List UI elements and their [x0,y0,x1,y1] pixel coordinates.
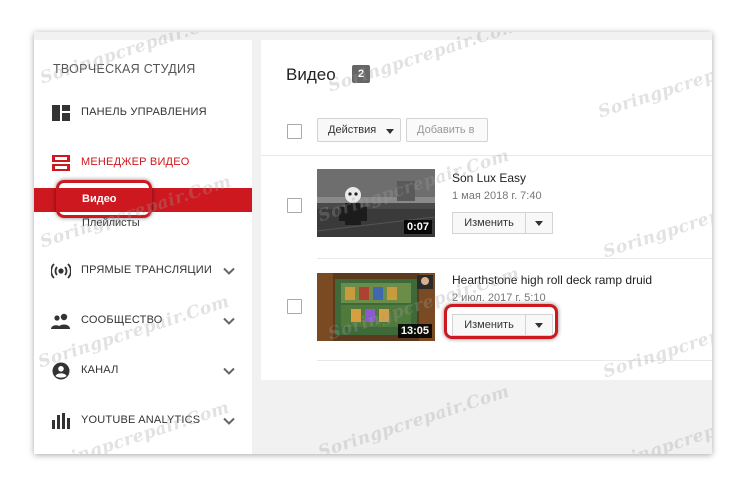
edit-dropdown-button[interactable] [525,212,553,234]
video-thumbnail[interactable]: 13:05 [317,273,435,341]
sidebar-subitem-playlists[interactable]: Плейлисты [82,217,140,229]
divider [317,258,712,259]
sidebar-item-label: КАНАЛ [81,364,119,376]
page-title: Видео [286,65,336,84]
dashboard-icon [52,105,70,121]
sidebar-item-label: СООБЩЕСТВО [81,314,163,326]
video-date: 2 июл. 2017 г. 5:10 [452,292,546,304]
video-title[interactable]: Son Lux Easy [452,171,526,185]
row-checkbox[interactable] [287,198,302,213]
actions-dropdown-button[interactable]: Действия [317,118,401,142]
sidebar-item-live[interactable]: ПРЯМЫЕ ТРАНСЛЯЦИИ [34,256,252,286]
chevron-down-icon[interactable] [222,364,236,378]
caret-down-icon [386,129,394,134]
actions-label: Действия [328,124,377,136]
chevron-down-icon[interactable] [222,314,236,328]
video-title[interactable]: Hearthstone high roll deck ramp druid [452,273,652,287]
chevron-down-icon[interactable] [222,264,236,278]
sidebar-item-video-manager[interactable]: МЕНЕДЖЕР ВИДЕО [34,148,252,178]
video-thumbnail[interactable]: 0:07 [317,169,435,237]
community-icon [51,313,70,329]
sidebar-item-label: ПРЯМЫЕ ТРАНСЛЯЦИИ [81,264,212,276]
highlight-callout [56,180,152,218]
add-to-button[interactable]: Добавить в [406,118,488,142]
edit-button-group: Изменить [452,212,553,234]
sidebar-item-channel[interactable]: КАНАЛ [34,356,252,386]
analytics-icon [52,413,70,429]
divider [261,155,712,156]
sidebar-item-analytics[interactable]: YOUTUBE ANALYTICS [34,406,252,436]
divider [317,360,712,361]
sidebar-item-community[interactable]: СООБЩЕСТВО [34,306,252,336]
caret-down-icon [535,221,543,226]
live-icon [51,263,71,279]
highlight-callout [444,304,558,339]
studio-window: ТВОРЧЕСКАЯ СТУДИЯ ПАНЕЛЬ УПРАВЛЕНИЯ МЕНЕ… [34,32,712,454]
sidebar-item-label: ПАНЕЛЬ УПРАВЛЕНИЯ [81,106,207,118]
sidebar-item-dashboard[interactable]: ПАНЕЛЬ УПРАВЛЕНИЯ [34,98,252,128]
select-all-checkbox[interactable] [287,124,302,139]
video-date: 1 мая 2018 г. 7:40 [452,190,542,202]
row-checkbox[interactable] [287,299,302,314]
channel-icon [52,362,70,380]
sidebar-item-label: МЕНЕДЖЕР ВИДЕО [81,156,190,168]
studio-title: ТВОРЧЕСКАЯ СТУДИЯ [53,62,196,76]
watermark-text: Soringpcrepair.Com [595,397,712,454]
video-count-badge: 2 [352,65,370,83]
video-duration: 13:05 [397,324,432,338]
video-manager-icon [52,155,70,171]
watermark-text: Soringpcrepair.Com [315,381,513,454]
sidebar-item-label: YOUTUBE ANALYTICS [81,414,201,426]
video-duration: 0:07 [403,220,432,234]
chevron-down-icon[interactable] [222,414,236,428]
sidebar: ТВОРЧЕСКАЯ СТУДИЯ ПАНЕЛЬ УПРАВЛЕНИЯ МЕНЕ… [34,40,252,454]
edit-button[interactable]: Изменить [452,212,526,234]
add-to-label: Добавить в [417,124,475,136]
